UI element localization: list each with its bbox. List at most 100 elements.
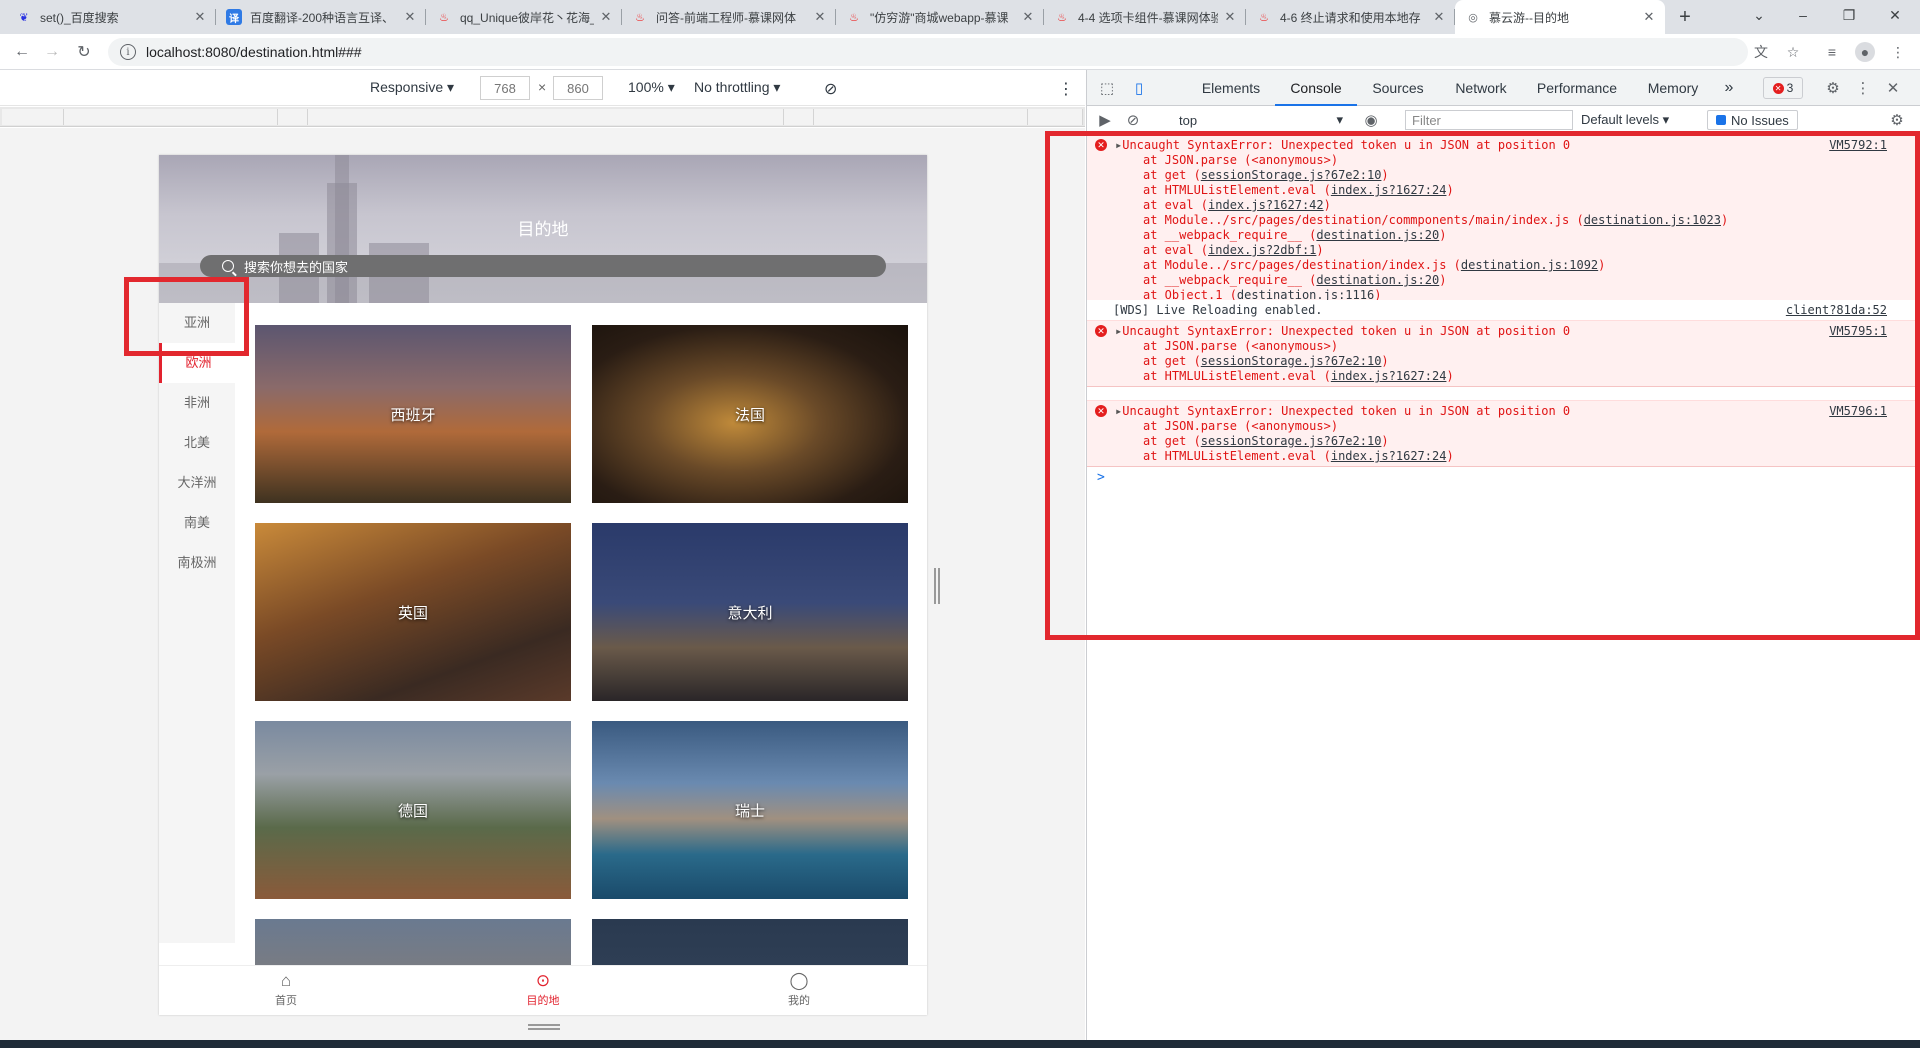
viewport-height-input[interactable]: 860 [553,76,603,100]
device-toolbar: Responsive ▾ 768 × 860 100% ▾ No throttl… [0,70,1085,106]
close-tab-icon[interactable]: ✕ [1431,9,1447,25]
location-pin-icon: ⊙ [535,971,551,990]
tab-title: 百度翻译-200种语言互译、 [250,10,395,25]
country-card-switzerland[interactable]: 瑞士 [592,721,908,899]
device-toggle-icon[interactable]: ▯ [1129,78,1149,98]
viewport-width-input[interactable]: 768 [480,76,530,100]
country-card-france[interactable]: 法国 [592,325,908,503]
country-card-spain[interactable]: 西班牙 [255,325,571,503]
tab-search-icon[interactable]: ⌄ [1736,0,1782,30]
close-tab-icon[interactable]: ✕ [1222,9,1238,25]
issues-button[interactable]: No Issues [1707,110,1798,130]
context-selector[interactable]: top ▾ [1175,110,1347,130]
page-title: 目的地 [517,220,569,239]
sidebar-toggle-icon[interactable]: ▶ [1095,110,1115,130]
region-item-antarctica[interactable]: 南极洲 [159,543,235,583]
country-card-italy[interactable]: 意大利 [592,523,908,701]
browser-tab[interactable]: ♨ qq_Unique彼岸花丶花海_ ✕ [426,0,622,34]
fire-icon: ♨ [849,11,859,24]
country-label: 瑞士 [734,802,765,820]
country-card-germany[interactable]: 德国 [255,721,571,899]
tab-title: 慕云游--目的地 [1489,10,1569,25]
region-item-oceania[interactable]: 大洋洲 [159,463,235,503]
viewport-resize-handle[interactable] [934,568,942,604]
throttling-dropdown[interactable]: No throttling ▾ [694,79,780,96]
close-tab-icon[interactable]: ✕ [1641,9,1657,25]
country-label: 英国 [397,604,428,622]
reading-list-icon[interactable]: ≡ [1822,42,1842,62]
media-query-ruler[interactable] [0,107,1085,127]
close-tab-icon[interactable]: ✕ [402,9,418,25]
tab-network[interactable]: Network [1439,70,1523,106]
highlight-box [124,277,249,356]
browser-tab[interactable]: ❦ set()_百度搜索 ✕ [6,0,216,34]
site-info-icon[interactable]: i [120,44,136,60]
more-tabs-icon[interactable]: » [1717,70,1741,106]
live-expression-eye-icon[interactable]: ◉ [1361,110,1381,130]
back-arrow-icon[interactable]: ← [10,40,34,64]
zoom-dropdown[interactable]: 100% ▾ [628,79,675,96]
close-window-button[interactable]: ✕ [1872,0,1918,30]
issues-icon [1716,115,1726,125]
restore-button[interactable]: ❐ [1826,0,1872,30]
country-label: 意大利 [727,604,773,622]
region-sidebar: 亚洲 欧洲 非洲 北美 大洋洲 南美 南极洲 [159,303,235,943]
tab-console[interactable]: Console [1275,70,1357,106]
reload-icon[interactable]: ↻ [72,40,96,64]
forward-arrow-icon[interactable]: → [40,40,64,64]
context-value: top [1179,112,1198,128]
tab-performance[interactable]: Performance [1523,70,1631,106]
browser-tab[interactable]: 译百度翻译-200种语言互译、 ✕ [216,0,426,34]
console-filter-input[interactable]: Filter [1405,110,1573,130]
address-bar[interactable]: i localhost:8080/destination.html### [108,38,1748,66]
tab-elements[interactable]: Elements [1187,70,1275,106]
close-tab-icon[interactable]: ✕ [812,9,828,25]
region-item-south-america[interactable]: 南美 [159,503,235,543]
close-tab-icon[interactable]: ✕ [192,9,208,25]
search-input[interactable]: 搜索你想去的国家 [200,255,886,277]
country-card-uk[interactable]: 英国 [255,523,571,701]
browser-tab[interactable]: ◎ 慕云游--目的地 ✕ [1455,0,1665,34]
browser-tab[interactable]: ♨ "仿穷游"商城webapp-慕课 ✕ [836,0,1044,34]
translate-icon[interactable]: 文 [1751,42,1771,62]
close-tab-icon[interactable]: ✕ [598,9,614,25]
viewport-height-handle[interactable] [528,1024,560,1032]
device-mode-dropdown[interactable]: Responsive ▾ [370,79,454,96]
tab-title: set()_百度搜索 [40,10,119,25]
console-settings-gear-icon[interactable]: ⚙ [1887,110,1907,130]
console-toolbar: ▶ ⊘ top ▾ ◉ Filter Default levels ▾ No Is… [1087,106,1920,134]
nav-mine-label: 我的 [788,995,810,1007]
profile-avatar-icon[interactable]: ● [1855,42,1875,62]
nav-destination[interactable]: ⊙ 目的地 [503,970,583,1008]
minimize-button[interactable]: – [1780,0,1826,30]
url-text: localhost:8080/destination.html### [146,44,362,60]
rotate-icon[interactable]: ⊘ [824,79,837,99]
region-item-africa[interactable]: 非洲 [159,383,235,423]
os-taskbar [0,1040,1920,1048]
browser-tab[interactable]: ♨ 4-6 终止请求和使用本地存 ✕ [1246,0,1455,34]
tab-title: "仿穷游"商城webapp-慕课 [870,10,1009,25]
log-levels-dropdown[interactable]: Default levels ▾ [1581,112,1669,128]
device-toolbar-menu-icon[interactable]: ⋮ [1058,79,1074,99]
highlight-box [1045,131,1920,640]
error-count-badge[interactable]: ✕ 3 [1763,77,1803,99]
clear-console-icon[interactable]: ⊘ [1123,110,1143,130]
browser-tab[interactable]: ♨ 问答-前端工程师-慕课网体 ✕ [622,0,836,34]
tab-memory[interactable]: Memory [1631,70,1715,106]
nav-mine[interactable]: ◯ 我的 [759,970,839,1008]
region-item-north-america[interactable]: 北美 [159,423,235,463]
tab-sources[interactable]: Sources [1357,70,1439,106]
devtools-menu-icon[interactable]: ⋮ [1853,78,1873,98]
inspect-element-icon[interactable]: ⬚ [1097,78,1117,98]
close-devtools-icon[interactable]: ✕ [1883,78,1903,98]
nav-home[interactable]: ⌂ 首页 [246,970,326,1008]
error-count: 3 [1786,81,1794,95]
fire-icon: ♨ [1259,11,1269,24]
settings-gear-icon[interactable]: ⚙ [1823,78,1843,98]
browser-menu-icon[interactable]: ⋮ [1888,42,1908,62]
close-tab-icon[interactable]: ✕ [1020,9,1036,25]
new-tab-button[interactable]: + [1670,0,1700,34]
bookmark-star-icon[interactable]: ☆ [1783,42,1803,62]
browser-tab[interactable]: ♨ 4-4 选项卡组件-慕课网体验 ✕ [1044,0,1246,34]
issues-label: No Issues [1731,112,1789,128]
